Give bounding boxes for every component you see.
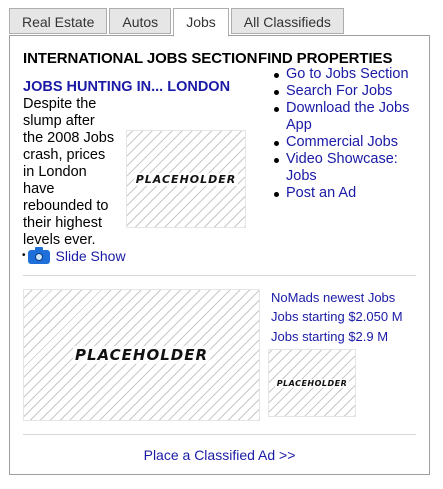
tab-bar: Real Estate Autos Jobs All Classifieds (9, 8, 346, 37)
divider (23, 434, 416, 435)
search-for-jobs-link[interactable]: Search For Jobs (286, 83, 392, 99)
slideshow-label[interactable]: Slide Show (56, 248, 126, 264)
list-item: Search For Jobs (268, 83, 428, 100)
list-item: Download the Jobs App (268, 100, 428, 134)
tab-real-estate[interactable]: Real Estate (9, 8, 108, 34)
link-line: Download the Jobs (286, 100, 410, 116)
divider (23, 275, 416, 276)
slideshow-link[interactable]: • Slide Show (22, 247, 126, 264)
find-properties-list: Go to Jobs Section Search For Jobs Downl… (268, 66, 428, 202)
featured-image-label: PLACEHOLDER (72, 346, 211, 364)
list-item: Post an Ad (268, 185, 428, 202)
place-classified-ad-link[interactable]: Place a Classified Ad >> (144, 447, 296, 463)
article-line: have (23, 181, 55, 197)
article-line: their highest (23, 215, 102, 231)
classifieds-panel: INTERNATIONAL JOBS SECTION JOBS HUNTING … (9, 35, 430, 475)
tab-jobs[interactable]: Jobs (173, 8, 229, 37)
article-line: in London (23, 164, 87, 180)
article-line: crash, prices (23, 147, 106, 163)
tab-all-classifieds[interactable]: All Classifieds (230, 8, 344, 34)
place-ad-row: Place a Classified Ad >> (10, 447, 429, 463)
article-text: Despite the slump after the 2008 Jobs cr… (23, 96, 118, 249)
thumbnail-image[interactable]: PLACEHOLDER (268, 349, 356, 417)
jobs-starting-2050-link[interactable]: Jobs starting $2.050 M (271, 309, 403, 324)
article-image[interactable]: PLACEHOLDER (126, 130, 246, 228)
list-item: Commercial Jobs (268, 134, 428, 151)
featured-image[interactable]: PLACEHOLDER (23, 289, 260, 421)
jobs-section-title: INTERNATIONAL JOBS SECTION (23, 50, 258, 67)
link-line: Video Showcase: (286, 151, 398, 167)
post-an-ad-link[interactable]: Post an Ad (286, 185, 356, 201)
thumbnail-image-label: PLACEHOLDER (274, 378, 350, 388)
list-item: Go to Jobs Section (268, 66, 428, 83)
video-showcase-link[interactable]: Video Showcase: Jobs (286, 151, 398, 184)
download-jobs-app-link[interactable]: Download the Jobs App (286, 100, 409, 133)
jobs-starting-29-link[interactable]: Jobs starting $2.9 M (271, 329, 388, 344)
find-properties-title: FIND PROPERTIES (258, 50, 393, 67)
nomads-newest-jobs-link[interactable]: NoMads newest Jobs (271, 290, 395, 305)
article-line: Despite the (23, 96, 97, 112)
tab-autos[interactable]: Autos (109, 8, 172, 34)
go-to-jobs-section-link[interactable]: Go to Jobs Section (286, 66, 409, 82)
bullet-icon: • (22, 250, 26, 261)
article-line: slump after (23, 113, 95, 129)
jobs-headline-link[interactable]: JOBS HUNTING IN... LONDON (23, 79, 230, 95)
article-line: the 2008 Jobs (23, 130, 115, 146)
commercial-jobs-link[interactable]: Commercial Jobs (286, 134, 398, 150)
link-line: Jobs (286, 168, 317, 184)
article-line: rebounded to (23, 198, 109, 214)
camera-icon (27, 247, 50, 264)
link-line: App (286, 117, 312, 133)
article-image-label: PLACEHOLDER (133, 172, 239, 186)
list-item: Video Showcase: Jobs (268, 151, 428, 185)
